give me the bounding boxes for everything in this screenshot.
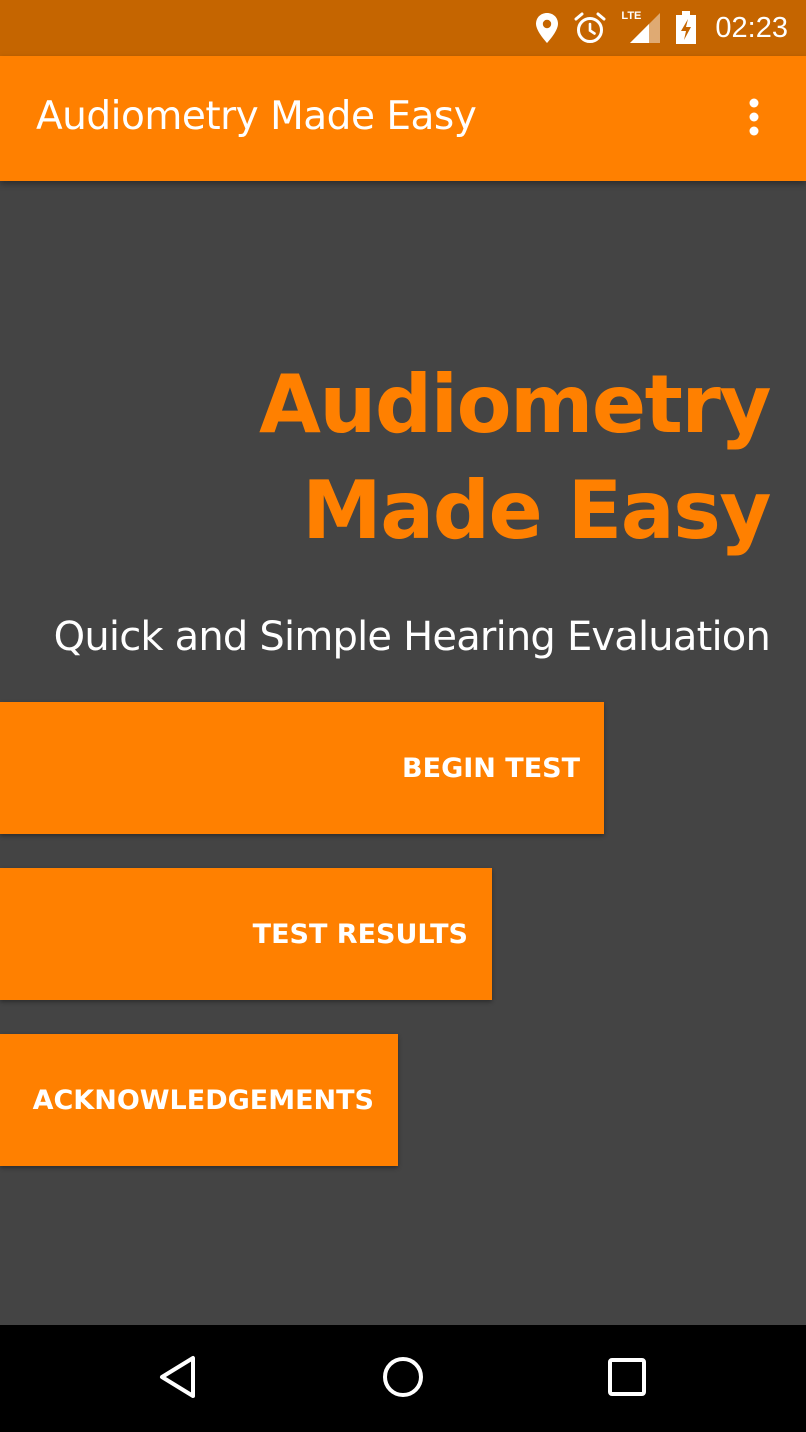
begin-test-button[interactable]: BEGIN TEST — [0, 702, 604, 834]
status-icons: LTE 02:23 — [535, 0, 788, 56]
location-icon — [535, 12, 559, 44]
subtitle: Quick and Simple Hearing Evaluation — [53, 614, 771, 660]
app-title: Audiometry Made Easy — [36, 94, 477, 139]
overflow-menu-button[interactable] — [732, 98, 776, 142]
battery-charging-icon — [675, 11, 697, 45]
home-icon — [381, 1355, 425, 1403]
app-bar: Audiometry Made Easy — [0, 56, 806, 181]
lte-signal-icon: LTE — [621, 10, 661, 45]
overflow-menu-icon — [748, 98, 760, 142]
status-bar: LTE 02:23 — [0, 0, 806, 56]
recents-icon — [607, 1357, 647, 1401]
recents-button[interactable] — [599, 1351, 655, 1407]
back-button[interactable] — [150, 1351, 206, 1407]
test-results-button[interactable]: TEST RESULTS — [0, 868, 492, 1000]
hero-title: Audiometry Made Easy — [259, 358, 771, 557]
status-clock: 02:23 — [715, 11, 788, 44]
navigation-bar — [0, 1325, 806, 1432]
lte-label: LTE — [621, 10, 642, 22]
home-button[interactable] — [375, 1351, 431, 1407]
alarm-icon — [573, 11, 607, 45]
acknowledgements-button[interactable]: ACKNOWLEDGEMENTS — [0, 1034, 398, 1166]
back-icon — [158, 1355, 198, 1403]
